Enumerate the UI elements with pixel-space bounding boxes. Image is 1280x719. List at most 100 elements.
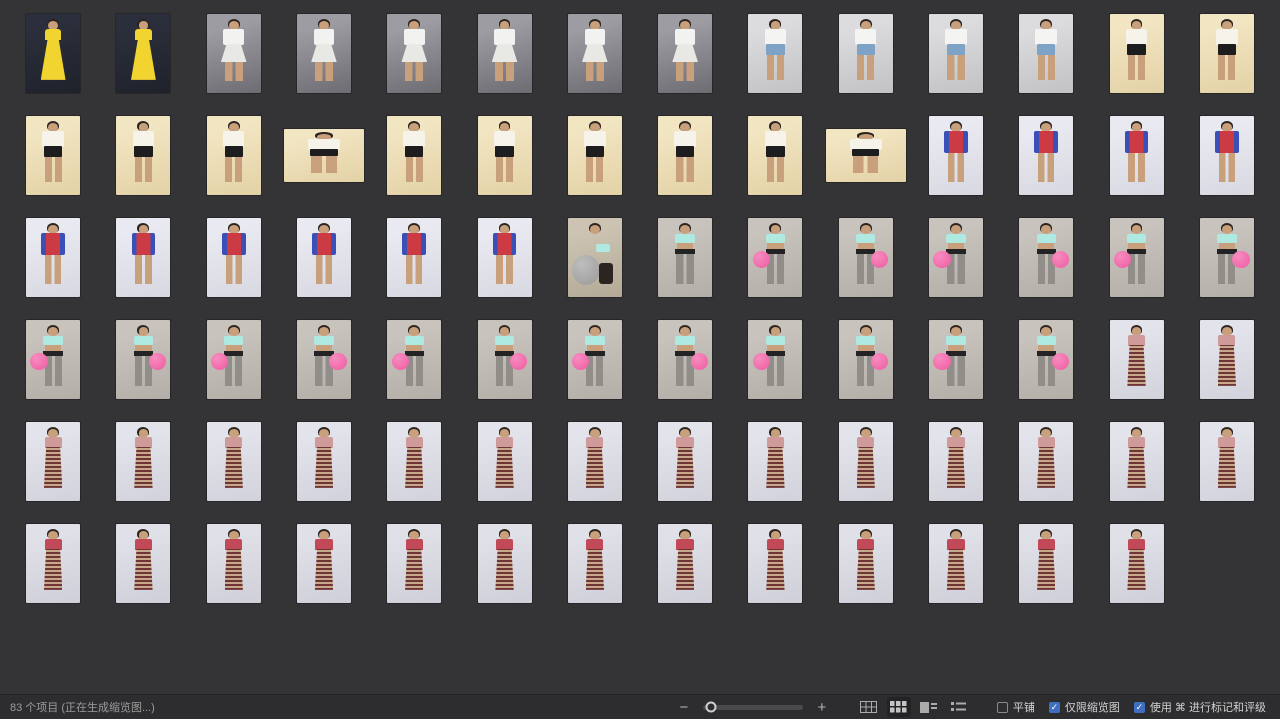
photo-thumbnail[interactable] [1200, 320, 1254, 399]
photo-thumbnail[interactable] [1200, 116, 1254, 195]
grid-lines-view-button[interactable] [857, 697, 881, 717]
photo-thumbnail[interactable] [1019, 218, 1073, 297]
list-view-button[interactable] [947, 697, 971, 717]
details-view-button[interactable] [917, 697, 941, 717]
photo-thumbnail[interactable] [387, 116, 441, 195]
photo-thumbnail[interactable] [658, 320, 712, 399]
grid-cell [911, 410, 1001, 512]
option-checkbox-0[interactable]: 平铺 [997, 699, 1035, 715]
zoom-in-button[interactable]: + [813, 700, 831, 715]
photo-thumbnail[interactable] [26, 524, 80, 603]
photo-thumbnail[interactable] [387, 524, 441, 603]
photo-thumbnail[interactable] [1019, 524, 1073, 603]
photo-thumbnail[interactable] [1110, 524, 1164, 603]
photo-thumbnail[interactable] [568, 218, 622, 297]
photo-thumbnail[interactable] [1110, 218, 1164, 297]
photo-thumbnail[interactable] [839, 218, 893, 297]
photo-thumbnail[interactable] [116, 320, 170, 399]
photo-thumbnail[interactable] [1019, 14, 1073, 93]
photo-thumbnail[interactable] [1200, 14, 1254, 93]
photo-thumbnail[interactable] [387, 320, 441, 399]
figure-bra [596, 244, 610, 252]
photo-thumbnail[interactable] [297, 524, 351, 603]
photo-thumbnail[interactable] [929, 524, 983, 603]
photo-thumbnail[interactable] [26, 218, 80, 297]
option-checkbox-1[interactable]: ✓仅限缩览图 [1049, 699, 1120, 715]
photo-thumbnail[interactable] [284, 129, 364, 182]
photo-thumbnail[interactable] [929, 14, 983, 93]
photo-thumbnail[interactable] [207, 218, 261, 297]
photo-thumbnail[interactable] [26, 422, 80, 501]
zoom-slider[interactable] [703, 705, 803, 710]
photo-thumbnail[interactable] [748, 524, 802, 603]
photo-thumbnail[interactable] [116, 116, 170, 195]
photo-thumbnail[interactable] [658, 218, 712, 297]
photo-thumbnail[interactable] [748, 14, 802, 93]
checked-checkbox-icon[interactable]: ✓ [1049, 702, 1060, 713]
photo-thumbnail[interactable] [478, 422, 532, 501]
photo-thumbnail[interactable] [929, 320, 983, 399]
option-checkbox-2[interactable]: ✓使用 ⌘ 进行标记和评级 [1134, 699, 1266, 715]
photo-thumbnail[interactable] [297, 218, 351, 297]
photo-thumbnail[interactable] [748, 320, 802, 399]
photo-thumbnail[interactable] [568, 14, 622, 93]
photo-thumbnail[interactable] [297, 320, 351, 399]
photo-thumbnail[interactable] [387, 218, 441, 297]
photo-thumbnail[interactable] [116, 524, 170, 603]
photo-thumbnail[interactable] [1200, 422, 1254, 501]
photo-thumbnail[interactable] [478, 14, 532, 93]
photo-thumbnail[interactable] [387, 14, 441, 93]
photo-thumbnail[interactable] [929, 422, 983, 501]
photo-thumbnail[interactable] [207, 116, 261, 195]
photo-thumbnail[interactable] [297, 422, 351, 501]
photo-thumbnail[interactable] [26, 116, 80, 195]
photo-thumbnail[interactable] [568, 524, 622, 603]
unchecked-checkbox-icon[interactable] [997, 702, 1008, 713]
photo-thumbnail[interactable] [116, 422, 170, 501]
photo-thumbnail[interactable] [478, 524, 532, 603]
photo-thumbnail[interactable] [658, 422, 712, 501]
photo-thumbnail[interactable] [1019, 320, 1073, 399]
photo-thumbnail[interactable] [1200, 218, 1254, 297]
photo-thumbnail[interactable] [478, 218, 532, 297]
photo-thumbnail[interactable] [387, 422, 441, 501]
photo-thumbnail[interactable] [839, 14, 893, 93]
photo-thumbnail[interactable] [568, 422, 622, 501]
photo-thumbnail[interactable] [839, 524, 893, 603]
photo-thumbnail[interactable] [658, 116, 712, 195]
photo-thumbnail[interactable] [748, 116, 802, 195]
photo-thumbnail[interactable] [1110, 116, 1164, 195]
photo-thumbnail[interactable] [116, 218, 170, 297]
photo-thumbnail[interactable] [568, 116, 622, 195]
photo-thumbnail[interactable] [297, 14, 351, 93]
photo-thumbnail[interactable] [207, 320, 261, 399]
photo-thumbnail[interactable] [207, 14, 261, 93]
photo-thumbnail[interactable] [1110, 422, 1164, 501]
photo-thumbnail[interactable] [1110, 320, 1164, 399]
photo-thumbnail[interactable] [1110, 14, 1164, 93]
photo-thumbnail[interactable] [207, 524, 261, 603]
photo-thumbnail[interactable] [26, 320, 80, 399]
photo-thumbnail[interactable] [839, 422, 893, 501]
checked-checkbox-icon[interactable]: ✓ [1134, 702, 1145, 713]
photo-thumbnail[interactable] [568, 320, 622, 399]
photo-thumbnail[interactable] [1019, 422, 1073, 501]
photo-thumbnail[interactable] [929, 116, 983, 195]
photo-thumbnail[interactable] [929, 218, 983, 297]
photo-thumbnail[interactable] [658, 14, 712, 93]
grid-cell [189, 512, 279, 614]
photo-thumbnail[interactable] [658, 524, 712, 603]
photo-thumbnail[interactable] [26, 14, 80, 93]
photo-thumbnail[interactable] [839, 320, 893, 399]
photo-thumbnail[interactable] [826, 129, 906, 182]
zoom-slider-knob[interactable] [705, 702, 716, 713]
photo-thumbnail[interactable] [116, 14, 170, 93]
zoom-out-button[interactable]: − [675, 700, 693, 715]
photo-thumbnail[interactable] [1019, 116, 1073, 195]
photo-thumbnail[interactable] [207, 422, 261, 501]
thumbnail-grid-view-button[interactable] [887, 697, 911, 717]
photo-thumbnail[interactable] [478, 116, 532, 195]
photo-thumbnail[interactable] [748, 218, 802, 297]
photo-thumbnail[interactable] [478, 320, 532, 399]
photo-thumbnail[interactable] [748, 422, 802, 501]
